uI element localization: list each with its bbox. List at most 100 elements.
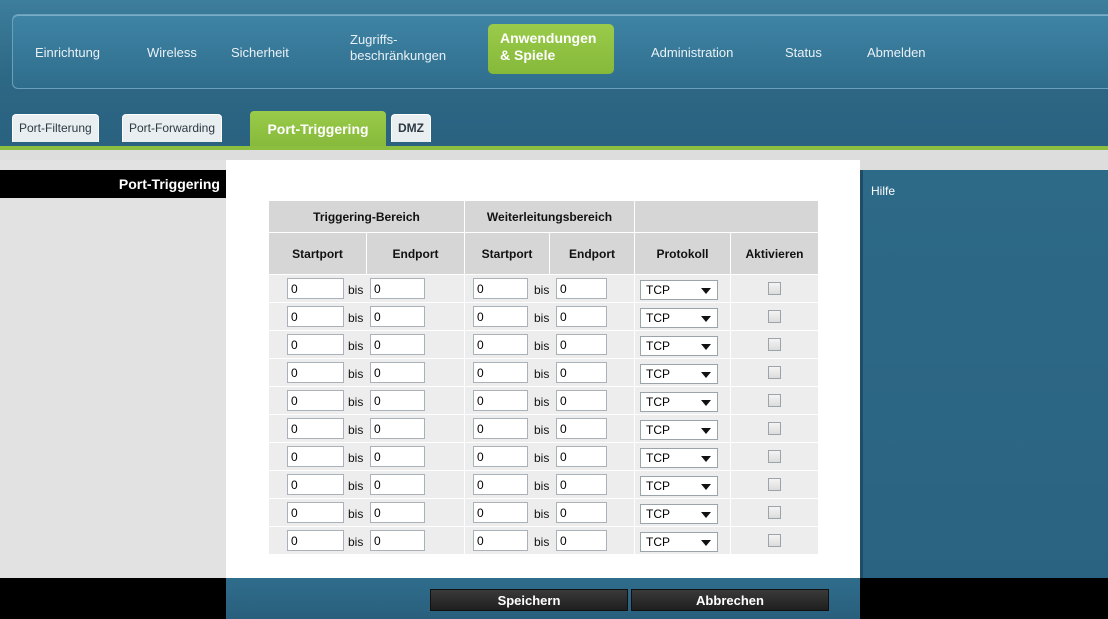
range-separator: bis — [348, 395, 364, 409]
forward-start-input[interactable] — [473, 362, 528, 383]
cancel-button[interactable]: Abbrechen — [631, 589, 829, 611]
protocol-value: TCP — [646, 535, 670, 549]
table-row: bis bis TCP — [268, 302, 819, 331]
nav-item-sicherheit[interactable]: Sicherheit — [231, 45, 289, 61]
footer-right — [860, 578, 1108, 619]
tab-port-filterung[interactable]: Port-Filterung — [12, 114, 99, 142]
enable-checkbox[interactable] — [768, 338, 781, 351]
trigger-end-input[interactable] — [370, 530, 425, 551]
enable-checkbox[interactable] — [768, 506, 781, 519]
nav-item-status[interactable]: Status — [785, 45, 822, 61]
help-panel: Hilfe — [860, 170, 1108, 578]
protocol-select[interactable]: TCP — [640, 392, 718, 412]
protocol-select[interactable]: TCP — [640, 308, 718, 328]
enable-cell — [730, 414, 819, 443]
trigger-start-input[interactable] — [287, 334, 344, 355]
range-separator: bis — [348, 451, 364, 465]
nav-item-abmelden[interactable]: Abmelden — [867, 45, 926, 61]
forward-start-input[interactable] — [473, 474, 528, 495]
col-header-enable: Aktivieren — [730, 232, 819, 275]
forward-start-input[interactable] — [473, 390, 528, 411]
trigger-start-input[interactable] — [287, 390, 344, 411]
forward-range-cell: bis — [464, 526, 635, 555]
trigger-range-cell: bis — [268, 386, 465, 415]
enable-checkbox[interactable] — [768, 422, 781, 435]
trigger-end-input[interactable] — [370, 446, 425, 467]
tab-port-forwarding[interactable]: Port-Forwarding — [122, 114, 223, 142]
trigger-end-input[interactable] — [370, 390, 425, 411]
protocol-select[interactable]: TCP — [640, 504, 718, 524]
forward-end-input[interactable] — [556, 278, 607, 299]
forward-start-input[interactable] — [473, 278, 528, 299]
trigger-start-input[interactable] — [287, 474, 344, 495]
col-header-protocol: Protokoll — [634, 232, 731, 275]
trigger-end-input[interactable] — [370, 474, 425, 495]
forward-end-input[interactable] — [556, 502, 607, 523]
protocol-cell: TCP — [634, 274, 731, 303]
protocol-select[interactable]: TCP — [640, 476, 718, 496]
trigger-end-input[interactable] — [370, 334, 425, 355]
protocol-select[interactable]: TCP — [640, 532, 718, 552]
nav-item-anwendungen-spiele[interactable]: Anwendungen & Spiele — [488, 24, 614, 74]
trigger-range-cell: bis — [268, 526, 465, 555]
trigger-start-input[interactable] — [287, 446, 344, 467]
enable-checkbox[interactable] — [768, 366, 781, 379]
forward-end-input[interactable] — [556, 334, 607, 355]
range-separator: bis — [348, 339, 364, 353]
table-row: bis bis TCP — [268, 442, 819, 471]
protocol-value: TCP — [646, 451, 670, 465]
protocol-select[interactable]: TCP — [640, 364, 718, 384]
forward-start-input[interactable] — [473, 502, 528, 523]
save-button[interactable]: Speichern — [430, 589, 628, 611]
trigger-start-input[interactable] — [287, 502, 344, 523]
trigger-start-input[interactable] — [287, 306, 344, 327]
tab-port-triggering[interactable]: Port-Triggering — [250, 111, 386, 148]
enable-checkbox[interactable] — [768, 394, 781, 407]
trigger-end-input[interactable] — [370, 362, 425, 383]
enable-checkbox[interactable] — [768, 478, 781, 491]
forward-end-input[interactable] — [556, 390, 607, 411]
trigger-start-input[interactable] — [287, 362, 344, 383]
forward-end-input[interactable] — [556, 474, 607, 495]
enable-checkbox[interactable] — [768, 310, 781, 323]
enable-checkbox[interactable] — [768, 534, 781, 547]
nav-item-zugriffsbeschraenkungen[interactable]: Zugriffs- beschränkungen — [350, 32, 446, 64]
forward-start-input[interactable] — [473, 418, 528, 439]
group-header-triggering: Triggering-Bereich — [268, 200, 465, 233]
trigger-end-input[interactable] — [370, 418, 425, 439]
forward-end-input[interactable] — [556, 418, 607, 439]
table-row: bis bis TCP — [268, 274, 819, 303]
range-separator: bis — [348, 311, 364, 325]
forward-end-input[interactable] — [556, 530, 607, 551]
protocol-select[interactable]: TCP — [640, 336, 718, 356]
table-row: bis bis TCP — [268, 526, 819, 555]
nav-item-wireless[interactable]: Wireless — [147, 45, 197, 61]
forward-start-input[interactable] — [473, 306, 528, 327]
forward-start-input[interactable] — [473, 446, 528, 467]
forward-end-input[interactable] — [556, 306, 607, 327]
forward-start-input[interactable] — [473, 334, 528, 355]
trigger-range-cell: bis — [268, 498, 465, 527]
trigger-start-input[interactable] — [287, 530, 344, 551]
forward-end-input[interactable] — [556, 446, 607, 467]
forward-start-input[interactable] — [473, 530, 528, 551]
protocol-select[interactable]: TCP — [640, 280, 718, 300]
trigger-end-input[interactable] — [370, 502, 425, 523]
enable-checkbox[interactable] — [768, 450, 781, 463]
enable-checkbox[interactable] — [768, 282, 781, 295]
protocol-select[interactable]: TCP — [640, 420, 718, 440]
trigger-start-input[interactable] — [287, 418, 344, 439]
nav-item-einrichtung[interactable]: Einrichtung — [35, 45, 100, 61]
forward-end-input[interactable] — [556, 362, 607, 383]
trigger-end-input[interactable] — [370, 306, 425, 327]
tab-dmz[interactable]: DMZ — [391, 114, 431, 142]
table-row: bis bis TCP — [268, 470, 819, 499]
nav-item-administration[interactable]: Administration — [651, 45, 733, 61]
trigger-start-input[interactable] — [287, 278, 344, 299]
protocol-select[interactable]: TCP — [640, 448, 718, 468]
col-header-fwd-start: Startport — [464, 232, 550, 275]
footer-left — [0, 578, 226, 619]
protocol-cell: TCP — [634, 414, 731, 443]
trigger-end-input[interactable] — [370, 278, 425, 299]
forward-range-cell: bis — [464, 498, 635, 527]
